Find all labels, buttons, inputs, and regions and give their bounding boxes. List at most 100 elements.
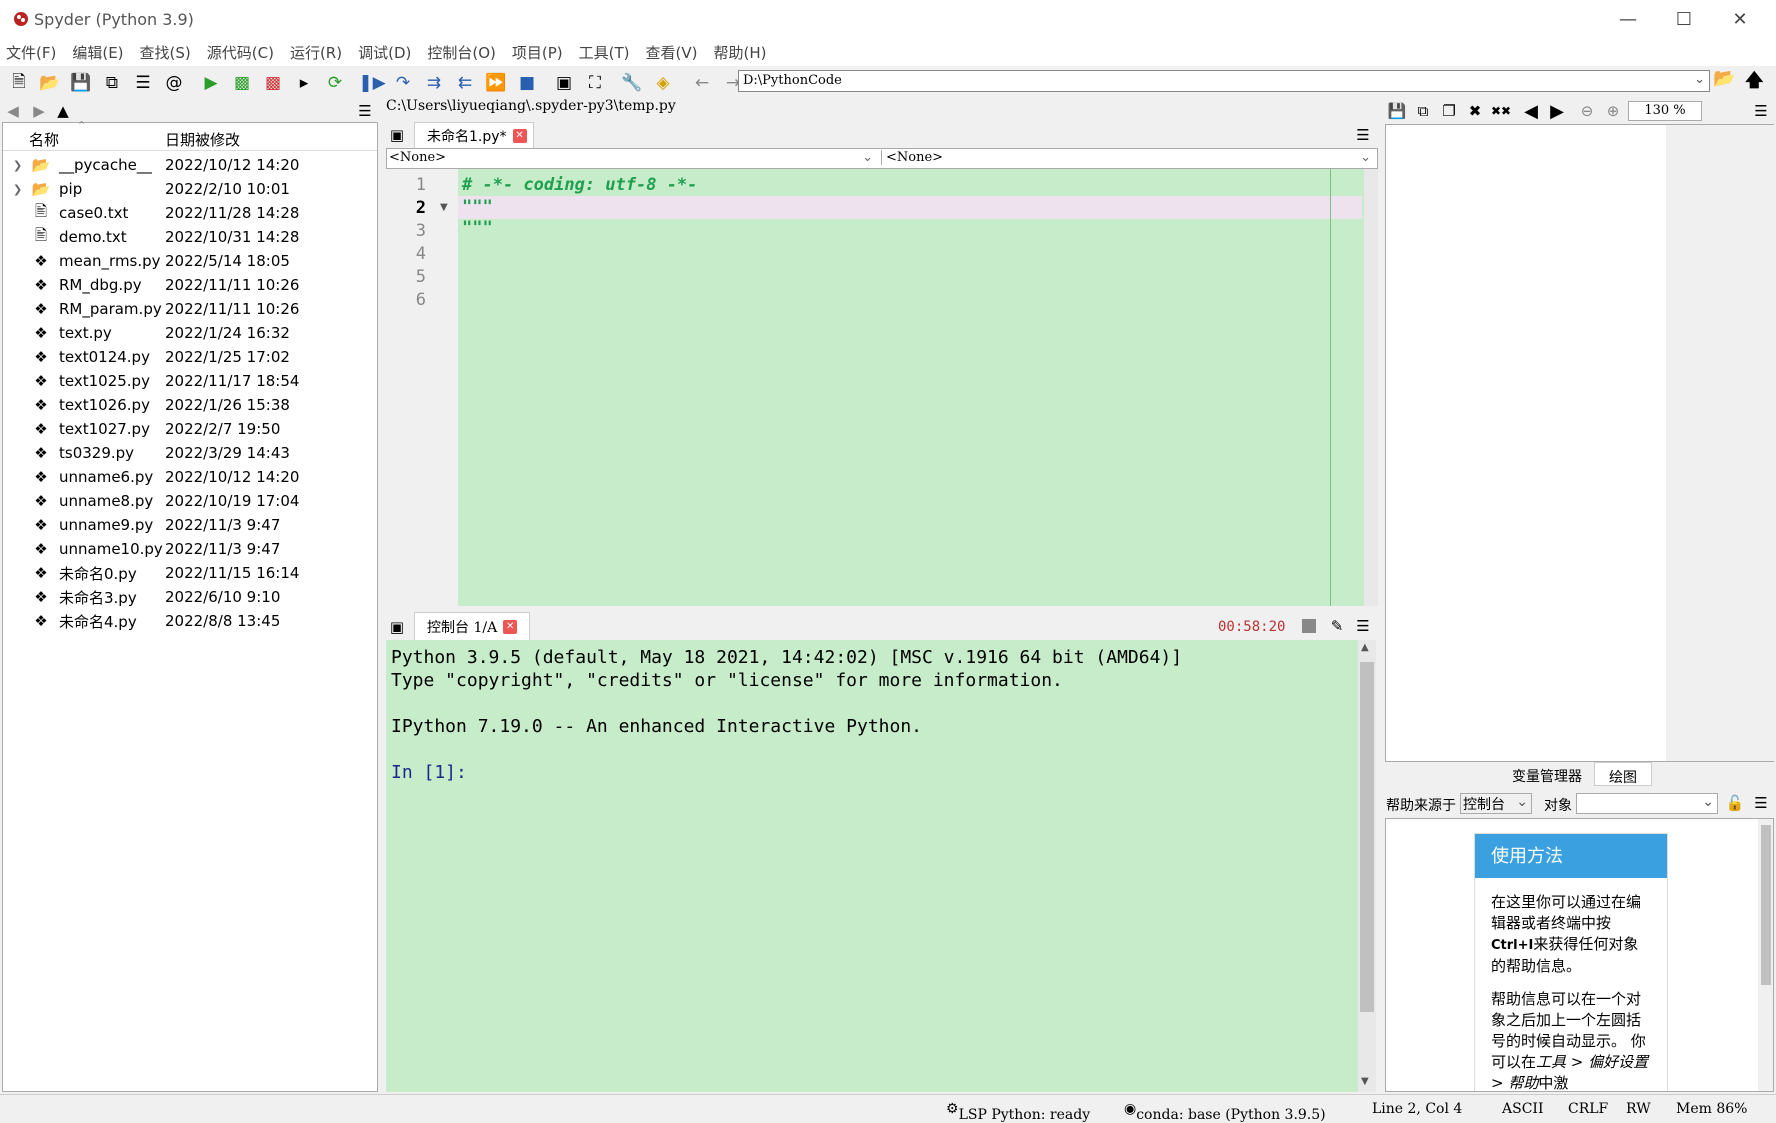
save-icon[interactable]: 💾 [68, 70, 94, 96]
menu-search[interactable]: 查找(S) [140, 42, 191, 63]
menu-source[interactable]: 源代码(C) [207, 42, 274, 63]
tab-console[interactable]: 控制台 1/A ✕ [414, 612, 530, 640]
file-row[interactable]: ❖ 未命名0.py 2022/11/15 16:14 [3, 561, 377, 585]
file-row[interactable]: ❖ text1025.py 2022/11/17 18:54 [3, 369, 377, 393]
expand-arrow-icon[interactable]: ❯ [13, 159, 27, 172]
help-source-select[interactable]: 控制台 ⌄ [1460, 793, 1532, 814]
file-row[interactable]: 🖹 case0.txt 2022/11/28 14:28 [3, 201, 377, 225]
browse-tabs-icon[interactable]: ▣ [386, 124, 408, 146]
menu-tools[interactable]: 工具(T) [579, 42, 630, 63]
run-cell-icon[interactable]: ▩ [229, 70, 255, 96]
tab-variable-explorer[interactable]: 变量管理器 [1500, 762, 1594, 786]
file-row[interactable]: ❖ unname6.py 2022/10/12 14:20 [3, 465, 377, 489]
menu-debug[interactable]: 调试(D) [358, 42, 411, 63]
files-options-icon[interactable]: ☰ [354, 100, 376, 122]
save-all-plots-icon[interactable]: ⧉ [1412, 100, 1434, 122]
fold-arrow-icon[interactable]: ▼ [440, 202, 448, 213]
file-row[interactable]: ❖ 未命名3.py 2022/6/10 9:10 [3, 585, 377, 609]
ipython-console[interactable] [386, 640, 1358, 1092]
browse-folder-icon[interactable]: 📂 [1713, 68, 1735, 89]
expand-arrow-icon[interactable]: ❯ [13, 183, 27, 196]
file-row[interactable]: ❖ text1027.py 2022/2/7 19:50 [3, 417, 377, 441]
menu-edit[interactable]: 编辑(E) [72, 42, 123, 63]
file-row[interactable]: ❖ 未命名4.py 2022/8/8 13:45 [3, 609, 377, 633]
close-console-icon[interactable]: ✕ [503, 619, 518, 634]
zoom-level-field[interactable]: 130 % [1628, 101, 1702, 121]
menu-consoles[interactable]: 控制台(O) [427, 42, 496, 63]
scroll-down-icon[interactable]: ▼ [1361, 1076, 1369, 1087]
python-path-icon[interactable]: ◈ [650, 70, 676, 96]
files-back-icon[interactable]: ◀ [2, 100, 24, 122]
editor-options-icon[interactable]: ☰ [1352, 124, 1374, 146]
file-row[interactable]: ❖ mean_rms.py 2022/5/14 18:05 [3, 249, 377, 273]
preferences-icon[interactable]: 🔧 [619, 70, 645, 96]
tab-plots[interactable]: 绘图 [1594, 762, 1652, 786]
close-button[interactable]: ✕ [1712, 0, 1768, 38]
files-up-icon[interactable]: ▲ [52, 100, 74, 122]
zoom-out-icon[interactable]: ⊖ [1576, 100, 1598, 122]
menu-view[interactable]: 查看(V) [646, 42, 698, 63]
help-scrollbar[interactable] [1758, 819, 1773, 1091]
at-icon[interactable]: @ [161, 70, 187, 96]
fullscreen-icon[interactable]: ⛶ [582, 70, 608, 96]
tab-untitled1[interactable]: 未命名1.py* ✕ [414, 122, 534, 148]
new-file-icon[interactable]: 🗎 [6, 70, 32, 96]
column-name-header[interactable]: 名称 [29, 129, 59, 150]
save-plot-icon[interactable]: 💾 [1386, 100, 1408, 122]
stop-debug-icon[interactable]: ■ [514, 70, 540, 96]
rerun-icon[interactable]: ⟳ [322, 70, 348, 96]
minimize-button[interactable]: — [1600, 0, 1656, 38]
chevron-down-icon[interactable]: ⌄ [1694, 72, 1705, 87]
step-return-icon[interactable]: ⇇ [452, 70, 478, 96]
step-into-icon[interactable]: ⇉ [421, 70, 447, 96]
stop-kernel-icon[interactable] [1302, 619, 1316, 633]
remove-plot-icon[interactable]: ✖ [1464, 100, 1486, 122]
parent-dir-icon[interactable]: 🡅 [1745, 68, 1764, 98]
file-row[interactable]: ❖ text0124.py 2022/1/25 17:02 [3, 345, 377, 369]
help-options-icon[interactable]: ☰ [1750, 792, 1772, 814]
continue-icon[interactable]: ⏩ [483, 70, 509, 96]
method-combo[interactable]: <None> ⌄ [881, 150, 1375, 165]
menu-run[interactable]: 运行(R) [290, 42, 342, 63]
maximize-button[interactable]: ☐ [1656, 0, 1712, 38]
run-selection-icon[interactable]: ▸ [291, 70, 317, 96]
menu-help[interactable]: 帮助(H) [713, 42, 766, 63]
files-forward-icon[interactable]: ▶ [28, 100, 50, 122]
remove-all-plots-icon[interactable]: ✖✖ [1490, 100, 1512, 122]
scroll-up-icon[interactable]: ▲ [1361, 642, 1369, 653]
menu-file[interactable]: 文件(F) [6, 42, 56, 63]
save-all-icon[interactable]: ⧉ [99, 70, 125, 96]
next-plot-icon[interactable]: ▶ [1546, 100, 1568, 122]
debug-icon[interactable]: ❚▶ [358, 70, 385, 96]
file-row[interactable]: ❖ unname8.py 2022/10/19 17:04 [3, 489, 377, 513]
copy-plot-icon[interactable]: ❐ [1438, 100, 1460, 122]
file-row[interactable]: ❖ unname10.py 2022/11/3 9:47 [3, 537, 377, 561]
editor-scrollbar[interactable] [1364, 169, 1378, 606]
file-row[interactable]: ❖ RM_dbg.py 2022/11/11 10:26 [3, 273, 377, 297]
clear-console-icon[interactable]: ✎ [1326, 615, 1348, 637]
code-editor[interactable] [386, 169, 1378, 606]
scrollbar-thumb[interactable] [1761, 825, 1771, 985]
file-row[interactable]: ❯ 📂 __pycache__ 2022/10/12 14:20 [3, 153, 377, 177]
run-cell-advance-icon[interactable]: ▩ [260, 70, 286, 96]
file-row[interactable]: ❖ text.py 2022/1/24 16:32 [3, 321, 377, 345]
file-row[interactable]: ❖ ts0329.py 2022/3/29 14:43 [3, 441, 377, 465]
file-row[interactable]: ❖ RM_param.py 2022/11/11 10:26 [3, 297, 377, 321]
working-directory-input[interactable]: D:\PythonCode ⌄ [738, 70, 1710, 92]
file-row[interactable]: ❯ 📂 pip 2022/2/10 10:01 [3, 177, 377, 201]
step-icon[interactable]: ↷ [390, 70, 416, 96]
run-icon[interactable]: ▶ [198, 70, 224, 96]
file-row[interactable]: ❖ unname9.py 2022/11/3 9:47 [3, 513, 377, 537]
file-row[interactable]: 🖹 demo.txt 2022/10/31 14:28 [3, 225, 377, 249]
file-row[interactable]: ❖ text1026.py 2022/1/26 15:38 [3, 393, 377, 417]
console-options-icon[interactable]: ☰ [1352, 615, 1374, 637]
back-arrow-icon[interactable]: ← [689, 70, 715, 96]
plots-options-icon[interactable]: ☰ [1750, 100, 1772, 122]
maximize-pane-icon[interactable]: ▣ [551, 70, 577, 96]
class-combo[interactable]: <None> ⌄ [389, 150, 877, 165]
open-file-icon[interactable]: 📂 [37, 70, 63, 96]
browse-console-tabs-icon[interactable]: ▣ [386, 616, 408, 638]
close-tab-icon[interactable]: ✕ [512, 128, 527, 143]
list-icon[interactable]: ☰ [130, 70, 156, 96]
menu-projects[interactable]: 项目(P) [512, 42, 563, 63]
